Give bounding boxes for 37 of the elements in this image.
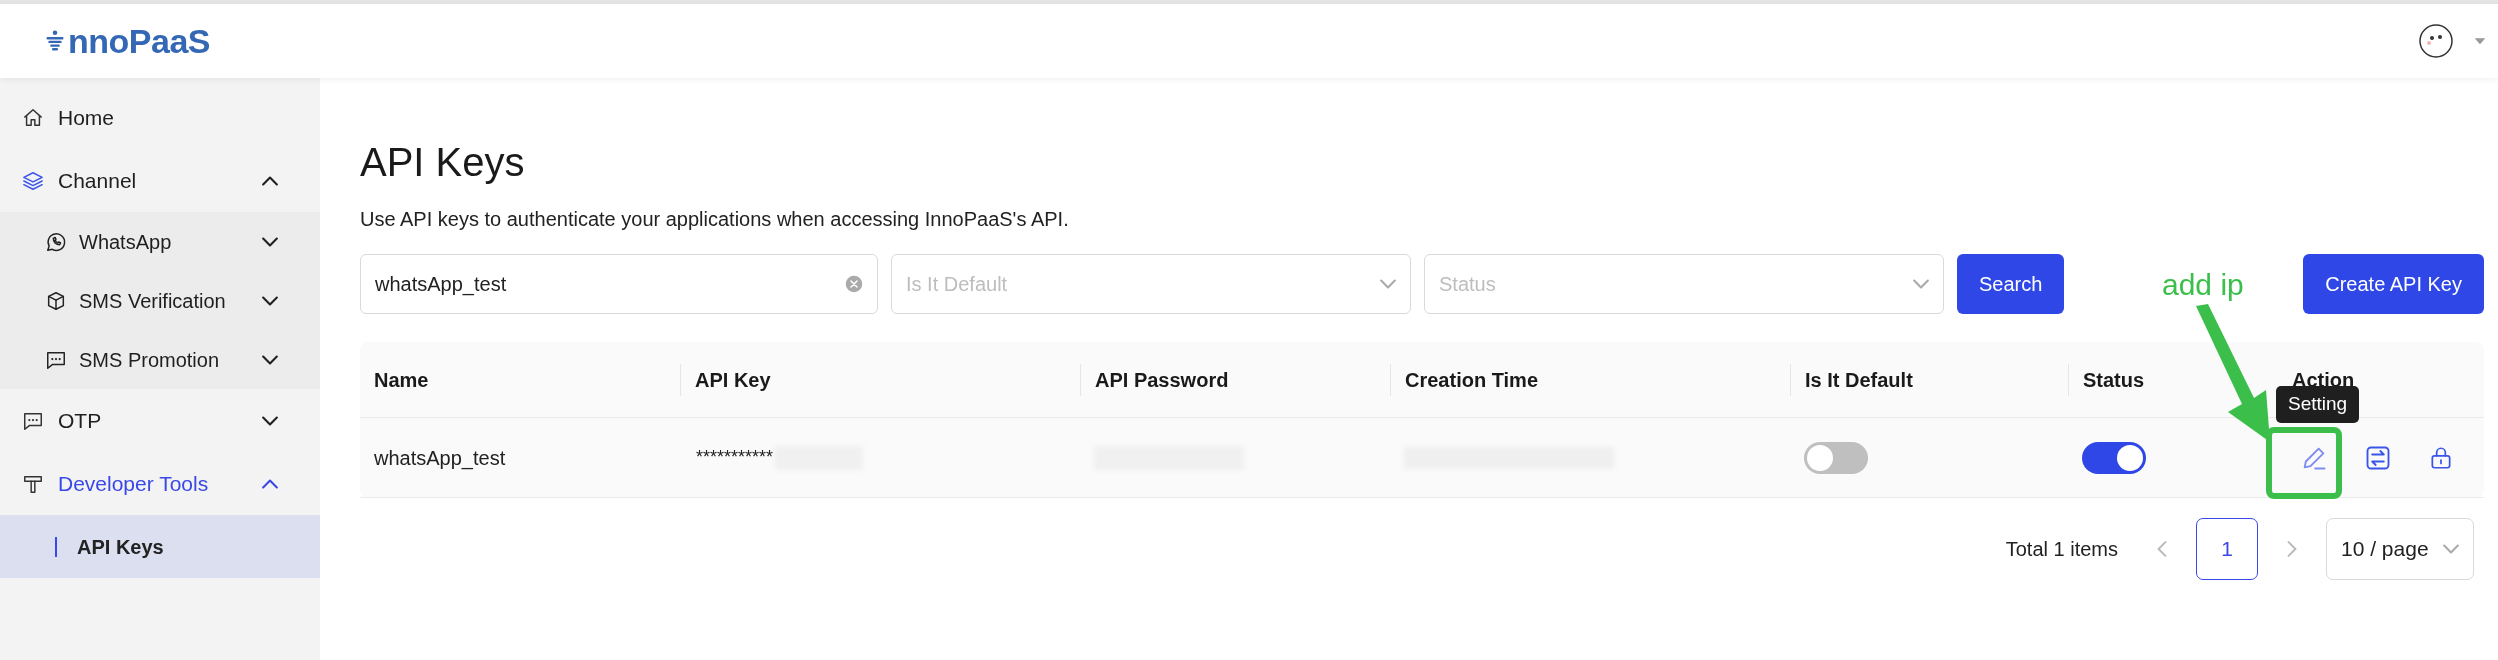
sidebar-item[interactable]: OTP (0, 389, 320, 452)
sidebar-item[interactable]: SMS Promotion (0, 330, 320, 389)
column-header: API Password (1095, 367, 1229, 393)
table-cell-text: *********** (696, 446, 774, 469)
toggle-switch[interactable] (1804, 441, 1868, 474)
home-icon (22, 106, 44, 129)
clear-icon (845, 275, 863, 293)
sidebar-item[interactable]: Developer Tools (0, 452, 320, 515)
layers-icon (22, 169, 44, 192)
column-header: Name (374, 367, 429, 393)
annotation-label: add ip (2162, 267, 2244, 303)
column-header: Status (2083, 367, 2145, 393)
lock-button[interactable] (2428, 444, 2454, 471)
tooltip: Setting (2276, 386, 2360, 423)
column-header: API Key (695, 367, 771, 393)
name-field[interactable]: whatsApp_test (360, 254, 878, 314)
sidebar-item[interactable]: Channel (0, 149, 320, 212)
page-size-select[interactable]: 10 / page (2326, 518, 2474, 580)
logo-text: nnoPaaS (68, 24, 210, 58)
sidebar-item[interactable]: WhatsApp (0, 212, 320, 271)
lock-icon (2428, 444, 2454, 471)
total-count: Total 1 items (2005, 537, 2118, 562)
cube-icon (45, 289, 67, 312)
table-cell: whatsApp_test (374, 446, 506, 469)
page-title: API Keys (360, 139, 526, 186)
phone-bubble-icon (45, 230, 67, 253)
search-button[interactable]: Search (1957, 254, 2065, 314)
column-header: Creation Time (1405, 367, 1538, 393)
toggle-switch[interactable] (2082, 441, 2146, 474)
column-header: Is It Default (1805, 367, 1913, 393)
sidebar-item[interactable]: SMS Verification (0, 271, 320, 330)
sidebar-item[interactable]: API Keys (0, 515, 320, 578)
page-description: Use API keys to authenticate your applications when accessing InnoPaaS's API. (360, 207, 1070, 232)
sidebar-item[interactable]: Home (0, 86, 320, 149)
page-button[interactable]: 1 (2196, 518, 2258, 580)
avatar[interactable] (2418, 23, 2454, 59)
create-api-key-button[interactable]: Create API Key (2303, 254, 2484, 314)
